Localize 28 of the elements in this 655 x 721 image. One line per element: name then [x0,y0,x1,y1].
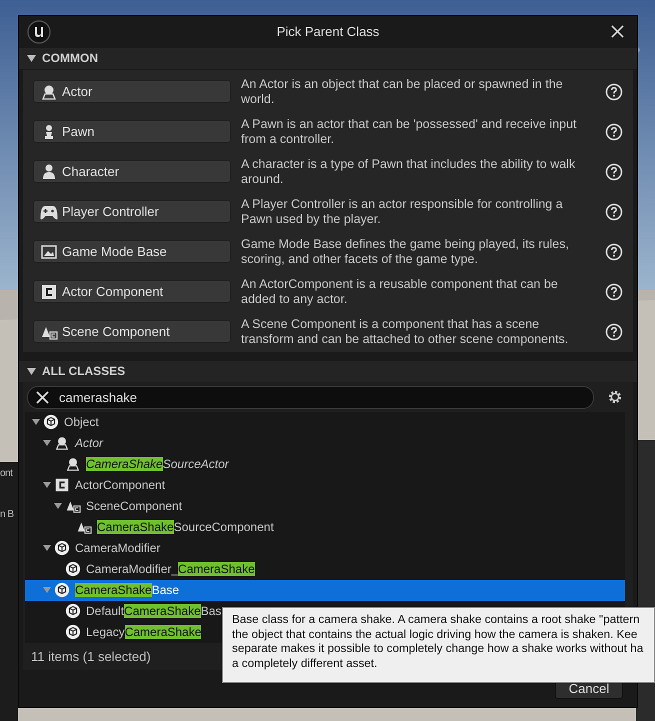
tooltip-line: separate makes it possible to completely change how a shake works without ha [232,642,644,656]
class-description: A Pawn is an actor that can be 'possessed' and receive input from a controller. [241,116,578,146]
tooltip-line: the object that contains the actual logic driving how the camera is shaken. Kee [232,628,638,642]
class-description: Game Mode Base defines the game being played, its rules, scoring, and other facets of the game type. [241,236,570,266]
class-description: An ActorComponent is a reusable component that can be added to any actor. [241,276,559,306]
tooltip-line: Base class for a camera shake. A camera shake contains a root shake "pattern [232,613,641,628]
editor-label: ont [0,468,14,479]
class-name: CameraModifier_CameraShake [86,562,255,576]
class-name: SceneComponent [86,499,182,513]
class-name: CameraShakeSourceComponent [97,520,274,534]
section-title: ALL CLASSES [42,364,126,378]
class-name: ActorComponent [75,478,166,492]
class-description: A Scene Component is a component that has a scene transform and can be attached to other scene components. [241,316,570,346]
class-name: Object [64,415,99,429]
class-name: LegacyCameraShake [86,625,202,639]
status-text: 11 items (1 selected) [31,648,151,664]
class-description: A character is a type of Pawn that includes the ability to walk around. [241,156,576,186]
class-description: A Player Controller is an actor responsible for controlling a Pawn used by the player. [241,196,564,226]
window-title: Pick Parent Class [276,24,380,40]
class-name: Actor [75,436,104,450]
editor-label: n B [0,509,15,520]
class-name: CameraShakeSourceActor [86,457,229,471]
tooltip-line: a completely different asset. [232,656,378,671]
class-name: DefaultCameraShakeBas [86,604,222,618]
class-name: CameraShakeBase [75,583,180,597]
class-name: CameraModifier [75,541,160,555]
class-description: An Actor is an object that can be placed or spawned in the world. [241,76,564,106]
section-title: COMMON [42,51,98,66]
